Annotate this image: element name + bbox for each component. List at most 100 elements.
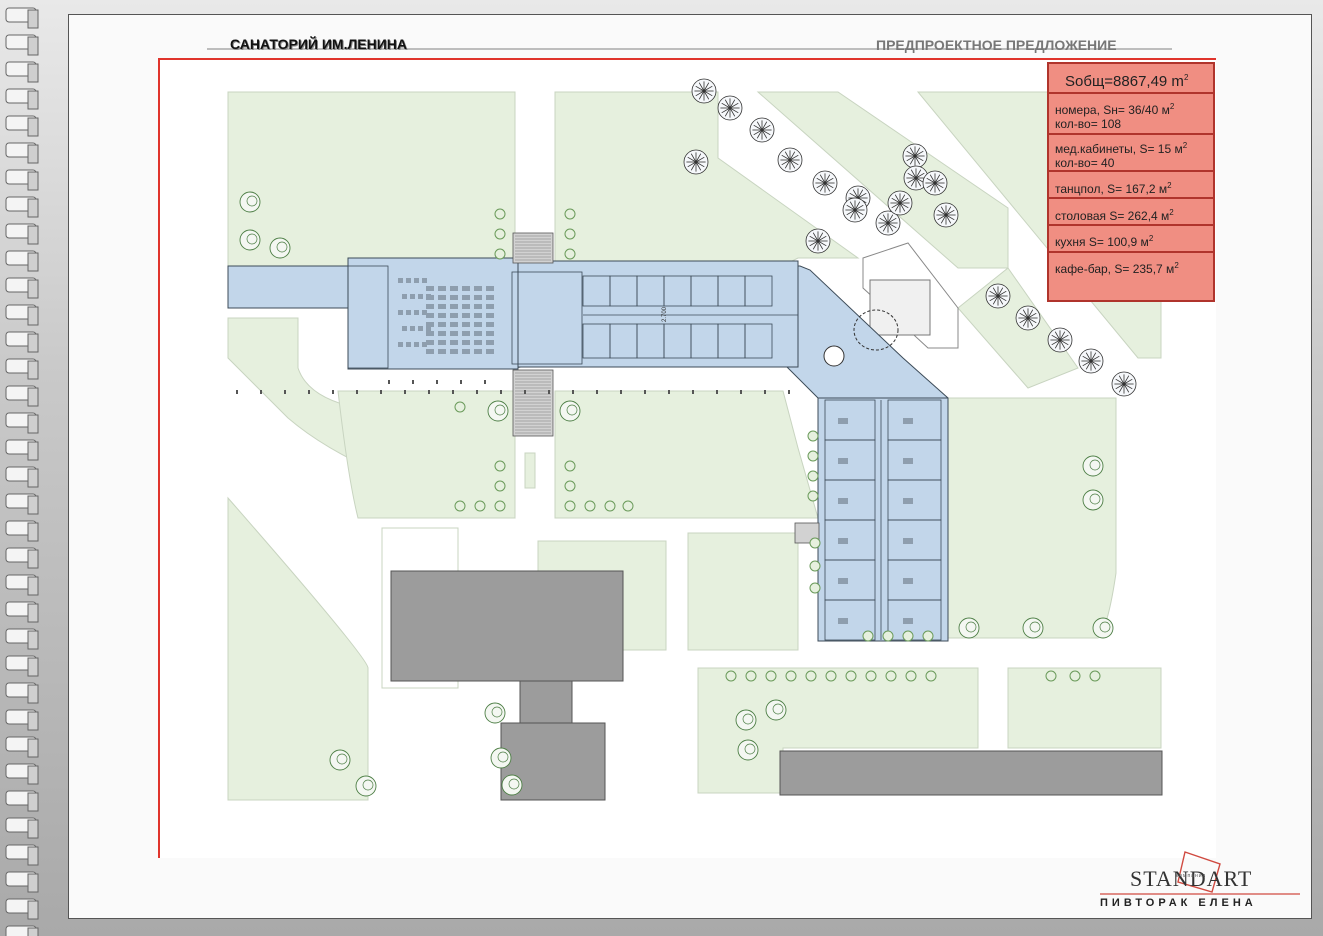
column bbox=[788, 390, 790, 394]
binding-ring-tab bbox=[27, 90, 39, 110]
dining-table bbox=[450, 304, 458, 309]
legend-unit-sup: 2 bbox=[1182, 141, 1188, 150]
dining-chair bbox=[402, 326, 407, 331]
column bbox=[388, 380, 390, 384]
legend-med-area: мед.кабинеты, S= 15 м bbox=[1055, 142, 1183, 156]
column bbox=[572, 390, 574, 394]
column bbox=[428, 390, 430, 394]
tree-small bbox=[454, 500, 466, 512]
tree-small bbox=[785, 670, 797, 682]
dining-table bbox=[474, 322, 482, 327]
logo-brand-sub: компания bbox=[1176, 873, 1207, 879]
legend-row-dining: столовая S= 262,4 м2 bbox=[1049, 199, 1213, 226]
project-subtitle: ПРЕДПРОЕКТНОЕ ПРЕДЛОЖЕНИЕ bbox=[876, 37, 1117, 53]
binding-ring-tab bbox=[27, 360, 39, 380]
legend-dining-area: столовая S= 262,4 м bbox=[1055, 209, 1170, 223]
legend-med-count: кол-во= 40 bbox=[1055, 156, 1115, 170]
tree-small bbox=[905, 670, 917, 682]
room-bed bbox=[838, 538, 848, 544]
dining-table bbox=[438, 331, 446, 336]
tree-small bbox=[845, 670, 857, 682]
plan-border-top bbox=[158, 58, 1216, 60]
dining-table bbox=[486, 331, 494, 336]
column bbox=[380, 390, 382, 394]
dining-table bbox=[438, 340, 446, 345]
binding-ring-tab bbox=[27, 900, 39, 920]
binding-ring-tab bbox=[27, 765, 39, 785]
dining-table bbox=[474, 313, 482, 318]
legend-cafe-area: кафе-бар, S= 235,7 м bbox=[1055, 262, 1175, 276]
column bbox=[764, 390, 766, 394]
dining-table bbox=[450, 286, 458, 291]
legend-rooms-area: номера, Sн= 36/40 м bbox=[1055, 103, 1170, 117]
tree-small bbox=[622, 500, 634, 512]
binding-ring-tab bbox=[27, 495, 39, 515]
gallery-west bbox=[227, 265, 349, 309]
dining-table bbox=[474, 286, 482, 291]
binding-ring-tab bbox=[27, 630, 39, 650]
dining-chair bbox=[414, 278, 419, 283]
dining-table bbox=[450, 340, 458, 345]
tree-small bbox=[882, 630, 894, 642]
legend-unit-sup: 2 bbox=[1148, 234, 1154, 243]
binding-ring-tab bbox=[27, 657, 39, 677]
dining-table bbox=[450, 295, 458, 300]
column bbox=[484, 380, 486, 384]
binding-ring-tab bbox=[27, 873, 39, 893]
legend-row-med: мед.кабинеты, S= 15 м2 кол-во= 40 bbox=[1049, 135, 1213, 172]
legend-dance-area: танцпол, S= 167,2 м bbox=[1055, 182, 1168, 196]
corridor-block bbox=[517, 260, 799, 368]
plan-border-left bbox=[158, 58, 160, 858]
tree-small bbox=[809, 560, 821, 572]
binding-ring-tab bbox=[27, 171, 39, 191]
dining-table bbox=[450, 313, 458, 318]
legend-unit-sup: 2 bbox=[1169, 208, 1174, 217]
dining-chair bbox=[426, 326, 431, 331]
column bbox=[716, 390, 718, 394]
dining-chair bbox=[410, 294, 415, 299]
binding-ring-tab bbox=[27, 576, 39, 596]
corridor-dimension: 2.700 bbox=[662, 306, 668, 322]
tree-small bbox=[725, 670, 737, 682]
column bbox=[668, 390, 670, 394]
lawn-se-corner bbox=[1007, 667, 1162, 749]
binding-ring-tab bbox=[27, 225, 39, 245]
tree-small bbox=[807, 430, 819, 442]
entrance-canopy bbox=[869, 279, 931, 336]
project-title: САНАТОРИЙ ИМ.ЛЕНИНА bbox=[230, 36, 408, 52]
column bbox=[620, 390, 622, 394]
column bbox=[452, 390, 454, 394]
column bbox=[740, 390, 742, 394]
dining-chair bbox=[422, 278, 427, 283]
dining-table bbox=[486, 286, 494, 291]
room-bed bbox=[838, 498, 848, 504]
dining-table bbox=[438, 286, 446, 291]
dining-table bbox=[462, 340, 470, 345]
binding-ring-tab bbox=[27, 117, 39, 137]
room-bed bbox=[903, 538, 913, 544]
dining-table bbox=[486, 349, 494, 354]
binding-ring-tab bbox=[27, 414, 39, 434]
room-bed bbox=[903, 458, 913, 464]
tree-small bbox=[564, 480, 576, 492]
round-feature bbox=[823, 345, 845, 367]
tree-small bbox=[922, 630, 934, 642]
tree-small bbox=[584, 500, 596, 512]
tree-small bbox=[825, 670, 837, 682]
tree-small bbox=[862, 630, 874, 642]
lawn-s-right bbox=[687, 532, 799, 651]
binding-ring-tab bbox=[27, 306, 39, 326]
binding-ring-tab bbox=[27, 522, 39, 542]
legend-row-dance: танцпол, S= 167,2 м2 bbox=[1049, 172, 1213, 199]
binding-ring-tab bbox=[27, 684, 39, 704]
dining-table bbox=[474, 340, 482, 345]
legend-unit-sup: 2 bbox=[1167, 181, 1172, 190]
column bbox=[412, 380, 414, 384]
binding-ring-tab bbox=[27, 819, 39, 839]
dining-table bbox=[426, 313, 434, 318]
dining-table bbox=[438, 304, 446, 309]
logo-brand: STANDART bbox=[1130, 866, 1253, 891]
binding-ring-tab bbox=[27, 927, 39, 936]
tree-small bbox=[564, 500, 576, 512]
dining-chair bbox=[398, 310, 403, 315]
